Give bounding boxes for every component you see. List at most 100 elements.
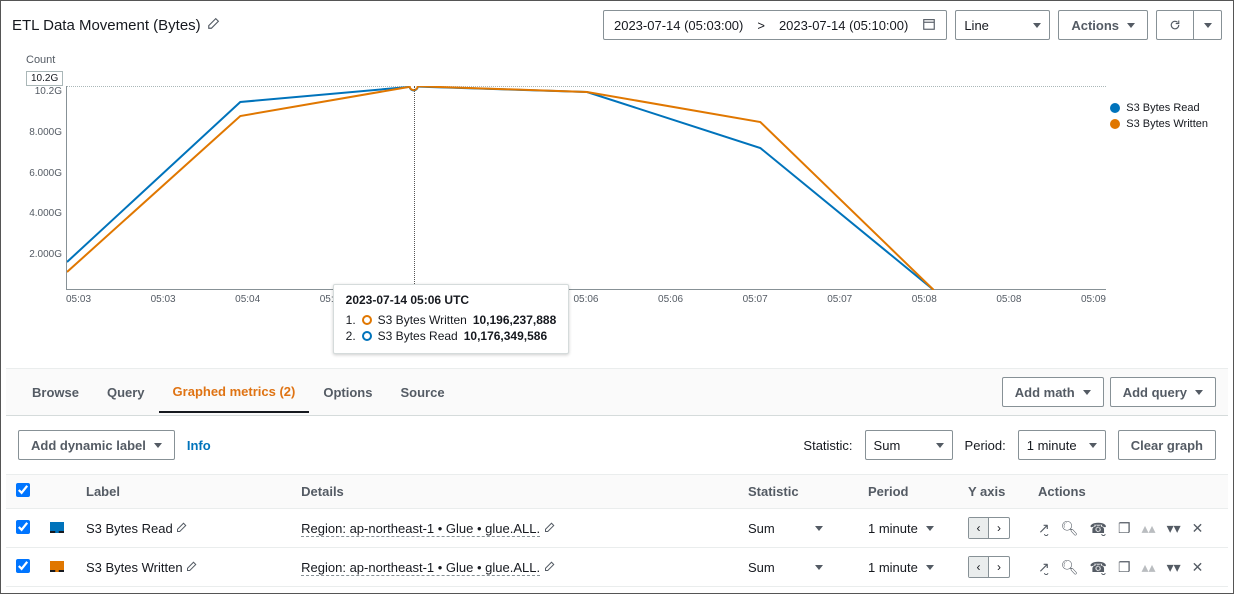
- metric-details[interactable]: Region: ap-northeast-1 • Glue • glue.ALL…: [301, 560, 540, 576]
- refresh-button[interactable]: [1156, 10, 1194, 40]
- cloudwatch-metric-widget: ETL Data Movement (Bytes) 2023-07-14 (05…: [0, 0, 1234, 594]
- remove-icon[interactable]: ✕: [1192, 520, 1204, 537]
- select-all-checkbox[interactable]: [16, 483, 30, 497]
- chart-type-value: Line: [964, 18, 989, 33]
- move-up-icon[interactable]: ▴▴: [1142, 559, 1156, 576]
- period-select[interactable]: 1 minute: [1018, 430, 1106, 460]
- time-range-start: 2023-07-14 (05:03:00): [614, 18, 743, 33]
- series-ring-icon: [362, 315, 372, 325]
- refresh-button-group: [1156, 10, 1222, 40]
- caret-down-icon: [1033, 23, 1041, 28]
- share-icon[interactable]: ↗̮: [1038, 520, 1050, 537]
- metric-details[interactable]: Region: ap-northeast-1 • Glue • glue.ALL…: [301, 521, 540, 537]
- top-bar: ETL Data Movement (Bytes) 2023-07-14 (05…: [6, 6, 1228, 48]
- chart-svg: [67, 86, 1107, 290]
- table-header-row: Label Details Statistic Period Y axis Ac…: [6, 475, 1228, 509]
- row-period-select[interactable]: 1 minute: [868, 521, 934, 536]
- col-label: Label: [76, 475, 291, 509]
- edit-details-icon[interactable]: [544, 560, 556, 575]
- refresh-options-button[interactable]: [1194, 10, 1222, 40]
- add-query-button[interactable]: Add query: [1110, 377, 1216, 407]
- remove-icon[interactable]: ✕: [1192, 559, 1204, 576]
- statistic-select[interactable]: Sum: [865, 430, 953, 460]
- table-row: S3 Bytes Read Region: ap-northeast-1 • G…: [6, 509, 1228, 548]
- legend-item[interactable]: S3 Bytes Written: [1110, 118, 1208, 130]
- edit-label-icon[interactable]: [176, 521, 188, 536]
- row-statistic-select[interactable]: Sum: [748, 521, 823, 536]
- caret-down-icon: [1127, 23, 1135, 28]
- y-ticks: 10.2G 8.000G 6.000G 4.000G 2.000G: [24, 86, 66, 290]
- col-statistic: Statistic: [738, 475, 858, 509]
- tooltip-row: 1. S3 Bytes Written 10,196,237,888: [346, 313, 557, 327]
- share-icon[interactable]: ↗̮: [1038, 559, 1050, 576]
- edit-details-icon[interactable]: [544, 521, 556, 536]
- row-period-select[interactable]: 1 minute: [868, 560, 934, 575]
- controls-row: Add dynamic label Info Statistic: Sum Pe…: [6, 416, 1228, 474]
- hover-tooltip: 2023-07-14 05:06 UTC 1. S3 Bytes Written…: [333, 284, 570, 354]
- col-yaxis: Y axis: [958, 475, 1028, 509]
- col-actions: Actions: [1028, 475, 1228, 509]
- series-swatch[interactable]: [50, 561, 64, 572]
- row-statistic-select[interactable]: Sum: [748, 560, 823, 575]
- actions-button[interactable]: Actions: [1058, 10, 1148, 40]
- legend-swatch: [1110, 119, 1120, 129]
- time-range-end: 2023-07-14 (05:10:00): [779, 18, 908, 33]
- caret-down-icon: [1089, 443, 1097, 448]
- move-down-icon[interactable]: ▾▾: [1167, 520, 1181, 537]
- crosshair: 07-14 05:05: [414, 86, 415, 290]
- period-label: Period:: [965, 438, 1006, 453]
- copy-icon[interactable]: ❐: [1118, 520, 1131, 537]
- tab-browse[interactable]: Browse: [18, 373, 93, 412]
- row-actions: ↗̮ 🔍︎ ☎̮ ❐ ▴▴ ▾▾ ✕: [1038, 520, 1203, 537]
- caret-down-icon: [154, 443, 162, 448]
- series-ring-icon: [362, 331, 372, 341]
- caret-down-icon: [926, 565, 934, 570]
- y-axis-label: Count: [26, 54, 1216, 66]
- chevron-right-icon: >: [757, 18, 765, 33]
- info-link[interactable]: Info: [187, 438, 211, 453]
- time-range-picker[interactable]: 2023-07-14 (05:03:00) > 2023-07-14 (05:1…: [603, 10, 947, 40]
- caret-down-icon: [815, 565, 823, 570]
- widget-title-wrap: ETL Data Movement (Bytes): [12, 16, 221, 34]
- y-axis-toggle[interactable]: ‹›: [968, 556, 1010, 578]
- series-swatch[interactable]: [50, 522, 64, 533]
- row-actions: ↗̮ 🔍︎ ☎̮ ❐ ▴▴ ▾▾ ✕: [1038, 559, 1203, 576]
- x-ticks: 05:03 05:03 05:04 05:04 05:05 05:05 05:0…: [66, 294, 1106, 305]
- caret-down-icon: [815, 526, 823, 531]
- caret-down-icon: [1195, 390, 1203, 395]
- move-up-icon[interactable]: ▴▴: [1142, 520, 1156, 537]
- move-down-icon[interactable]: ▾▾: [1167, 559, 1181, 576]
- row-checkbox[interactable]: [16, 559, 30, 573]
- table-row: S3 Bytes Written Region: ap-northeast-1 …: [6, 548, 1228, 587]
- copy-icon[interactable]: ❐: [1118, 559, 1131, 576]
- metric-label: S3 Bytes Written: [86, 560, 183, 575]
- zoom-icon[interactable]: 🔍︎: [1061, 520, 1079, 537]
- plot-canvas[interactable]: 07-14 05:05: [66, 86, 1106, 290]
- legend-item[interactable]: S3 Bytes Read: [1110, 102, 1208, 114]
- zoom-icon[interactable]: 🔍︎: [1061, 559, 1079, 576]
- metrics-table: Label Details Statistic Period Y axis Ac…: [6, 474, 1228, 587]
- edit-title-icon[interactable]: [207, 16, 221, 34]
- legend-swatch: [1110, 103, 1120, 113]
- alarm-icon[interactable]: ☎̮: [1090, 559, 1107, 576]
- tooltip-title: 2023-07-14 05:06 UTC: [346, 293, 557, 307]
- add-math-button[interactable]: Add math: [1002, 377, 1104, 407]
- statistic-label: Statistic:: [803, 438, 852, 453]
- tab-source[interactable]: Source: [386, 373, 458, 412]
- legend: S3 Bytes Read S3 Bytes Written: [1110, 102, 1208, 134]
- col-period: Period: [858, 475, 958, 509]
- chart-area: Count 10.2G 10.2G 8.000G 6.000G 4.000G 2…: [6, 48, 1228, 368]
- chart-type-select[interactable]: Line: [955, 10, 1050, 40]
- y-max-bubble: 10.2G: [26, 71, 63, 86]
- add-dynamic-label-button[interactable]: Add dynamic label: [18, 430, 175, 460]
- tab-graphed-metrics[interactable]: Graphed metrics (2): [159, 372, 310, 413]
- tab-query[interactable]: Query: [93, 373, 159, 412]
- row-checkbox[interactable]: [16, 520, 30, 534]
- alarm-icon[interactable]: ☎̮: [1090, 520, 1107, 537]
- caret-down-icon: [936, 443, 944, 448]
- clear-graph-button[interactable]: Clear graph: [1118, 430, 1216, 460]
- tooltip-row: 2. S3 Bytes Read 10,176,349,586: [346, 329, 557, 343]
- y-axis-toggle[interactable]: ‹›: [968, 517, 1010, 539]
- edit-label-icon[interactable]: [186, 560, 198, 575]
- tab-options[interactable]: Options: [309, 373, 386, 412]
